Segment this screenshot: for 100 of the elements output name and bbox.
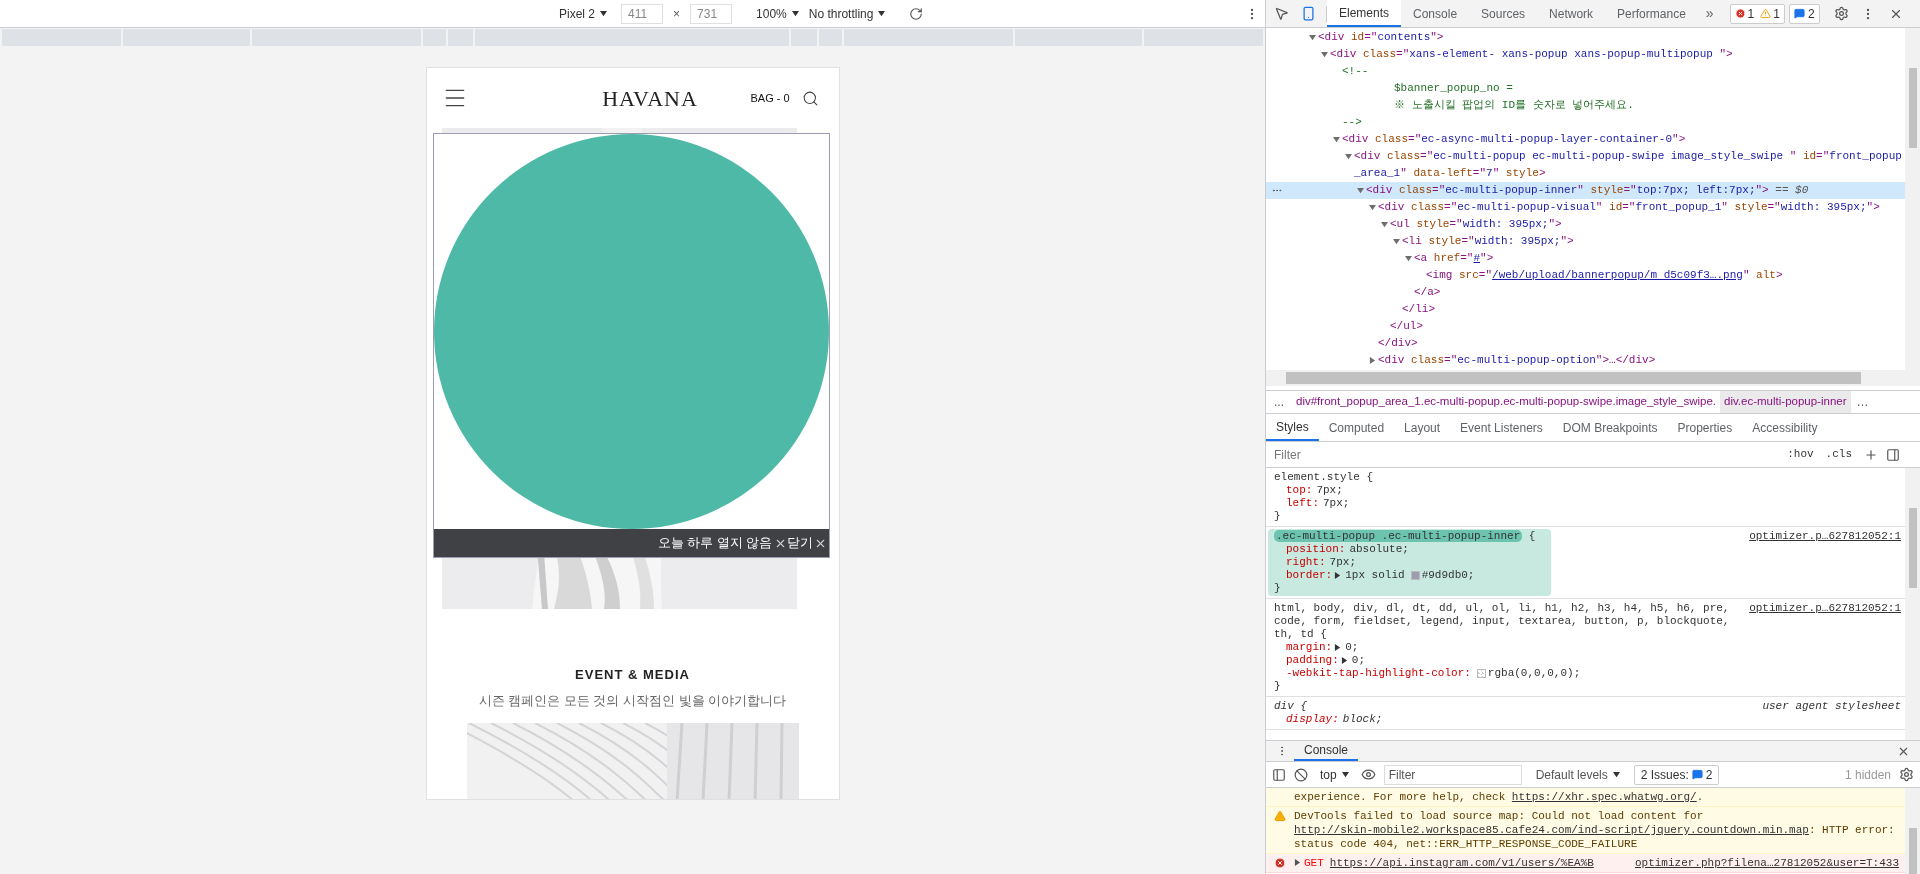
message-link[interactable]: http://skin-mobile2.workspace85.cafe24.com/ind-script/jquery.countdown.min.map [1294,824,1809,836]
css-property-name[interactable]: -webkit-tap-highlight-color: [1286,667,1471,680]
source-link[interactable]: optimizer.p…627812052:1 [1739,529,1901,543]
caret-icon[interactable] [600,10,608,17]
styles-pane-tab[interactable]: DOM Breakpoints [1552,414,1668,441]
expand-triangle-icon[interactable] [1334,572,1342,579]
closing-tag-line[interactable]: </li> [1402,301,1435,318]
popup-close-button[interactable]: 오늘 하루 열지 않음 [657,533,787,553]
device-toggle-icon[interactable] [1301,6,1316,21]
selected-row[interactable]: <div class="ec-multi-popup-inner" style="top:7px; left:7px;"> == $0 [1266,182,1905,199]
settings-icon[interactable] [1899,767,1914,782]
devtools-tab[interactable]: Network [1537,0,1606,27]
styles-pane-tab[interactable]: Accessibility [1742,414,1828,441]
expand-triangle-icon[interactable] [1294,859,1301,866]
css-property-name[interactable]: position: [1286,543,1346,556]
console-drawer-tab[interactable]: Console [1294,741,1359,761]
styles-filter-field[interactable]: Filter [1270,444,1778,465]
expanded-triangle-icon[interactable] [1380,221,1388,228]
expanded-triangle-icon[interactable] [1308,34,1316,41]
horizontal-scrollbar[interactable] [1266,370,1920,386]
closing-tag-line[interactable]: </a> [1414,284,1441,301]
css-property-value[interactable]: rgba(0,0,0,0); [1487,667,1581,680]
add-rule-icon[interactable] [1864,447,1878,462]
css-property-name[interactable]: left: [1286,497,1319,510]
styles-pane-tab[interactable]: Properties [1667,414,1743,441]
color-swatch[interactable] [1410,571,1420,580]
expanded-triangle-icon[interactable] [1332,136,1340,143]
dom-node-line[interactable]: <div class="ec-multi-popup ec-multi-popup-swipe image_style_swipe " id="front_popup_area_1" data-left="7" style> [1354,148,1905,182]
collapsed-triangle-icon[interactable] [1368,357,1376,364]
css-selector[interactable]: html, body, div, dl, dt, dd, ul, ol, li, h1, h2, h3, h4, h5, h6, pre, code, form, fieldset, legend, input, textarea, button, p, blockquote, th, td { [1274,602,1734,641]
expanded-triangle-icon[interactable] [1356,187,1364,194]
color-swatch[interactable] [1476,669,1486,678]
caret-icon[interactable] [1612,771,1620,778]
devtools-tab[interactable]: Console [1401,0,1470,27]
css-property-value[interactable]: 0; [1351,654,1365,667]
context-select[interactable]: top [1316,765,1353,784]
sidebar-icon[interactable] [1272,767,1286,782]
expanded-triangle-icon[interactable] [1344,153,1352,160]
source-link[interactable]: optimizer.php?filena…27812052&user=T:433 [1634,856,1899,870]
throttling-select[interactable]: No throttling [808,4,886,23]
dom-node-line[interactable]: <div class="ec-multi-popup-inner" style="top:7px; left:7px;"> == $0 [1366,182,1809,199]
brand-logo[interactable]: HAVANA [587,81,713,115]
dom-node-line[interactable]: <a href="#"> [1414,250,1494,267]
expanded-triangle-icon[interactable] [1392,238,1400,245]
sidebar-toggle-icon[interactable] [1886,447,1900,462]
device-select[interactable]: Pixel 2 [555,4,612,23]
styles-pane-tab[interactable]: Layout [1394,414,1451,441]
css-property-value[interactable]: 0; [1345,641,1359,654]
caret-icon[interactable] [791,10,799,17]
css-property-name[interactable]: display: [1286,713,1339,726]
dom-node-line[interactable]: <div class="ec-async-multi-popup-layer-container-0"> [1342,131,1686,148]
dom-node-line[interactable]: <ul style="width: 395px;"> [1390,216,1562,233]
issues-button[interactable]: 2 Issues: 2 [1633,764,1720,785]
scrollbar[interactable] [1905,28,1920,370]
css-selector[interactable]: element.style { [1274,471,1895,484]
message-link[interactable]: https://api.instagram.com/v1/users/%EA%B [1329,857,1594,869]
breadcrumb-item[interactable]: div.ec-multi-popup-inner [1720,391,1851,413]
expanded-triangle-icon[interactable] [1368,204,1376,211]
css-property-name[interactable]: top: [1286,484,1313,497]
rotate-icon[interactable] [909,6,924,21]
dom-node-line[interactable]: <div class="ec-multi-popup-option">…</div> [1378,352,1656,369]
eye-icon[interactable] [1360,767,1376,782]
log-levels-select[interactable]: Default levels [1529,765,1626,784]
breadcrumb-overflow[interactable]: ... [1266,393,1292,411]
height-field[interactable]: 731 [690,3,733,24]
css-property-name[interactable]: padding: [1286,654,1339,667]
devtools-tab[interactable]: Sources [1469,0,1538,27]
expanded-triangle-icon[interactable] [1404,255,1412,262]
css-property-name[interactable]: right: [1286,556,1326,569]
issues-badge[interactable]: 2 [1789,3,1820,24]
styles-pane-tab[interactable]: Computed [1318,414,1395,441]
caret-icon[interactable] [878,10,886,17]
message-link[interactable]: https://xhr.spec.whatwg.org/ [1511,791,1697,803]
expand-triangle-icon[interactable] [1340,657,1348,664]
console-filter-field[interactable]: Filter [1383,764,1522,785]
styles-pane-tab[interactable]: Event Listeners [1450,414,1553,441]
scrollbar[interactable] [1905,468,1920,740]
closing-tag-line[interactable]: </div> [1378,335,1418,352]
breadcrumb-overflow[interactable]: … [1850,393,1875,411]
caret-icon[interactable] [1341,771,1349,778]
expanded-triangle-icon[interactable] [1320,51,1328,58]
devtools-tab[interactable]: Elements [1327,0,1402,27]
more-tabs-button[interactable]: » [1697,3,1722,24]
css-selector[interactable]: div { [1274,700,1747,713]
hover-state-toggle[interactable]: :hov [1781,446,1820,463]
css-property-value[interactable]: block; [1342,713,1383,726]
errors-warnings-badge[interactable]: 1 1 [1729,3,1785,24]
css-property-value[interactable]: absolute; [1349,543,1409,556]
css-property-value[interactable]: 7px; [1323,497,1350,510]
class-toggle[interactable]: .cls [1819,446,1858,463]
devtools-tab[interactable]: Performance [1605,0,1698,27]
css-property-name[interactable]: border: [1286,569,1333,582]
scrollbar[interactable] [1905,788,1920,874]
css-property-value[interactable]: 7px; [1316,484,1343,497]
zoom-select[interactable]: 100% [756,4,799,23]
popup-close-button[interactable]: 닫기 [786,533,827,553]
dom-node-line[interactable]: <li style="width: 395px;"> [1402,233,1574,250]
dom-node-line[interactable]: <div class="xans-element- xans-popup xans-popup-multipopup "> [1330,46,1733,63]
width-field[interactable]: 411 [621,3,664,24]
bag-link[interactable]: BAG - 0 [750,89,790,107]
